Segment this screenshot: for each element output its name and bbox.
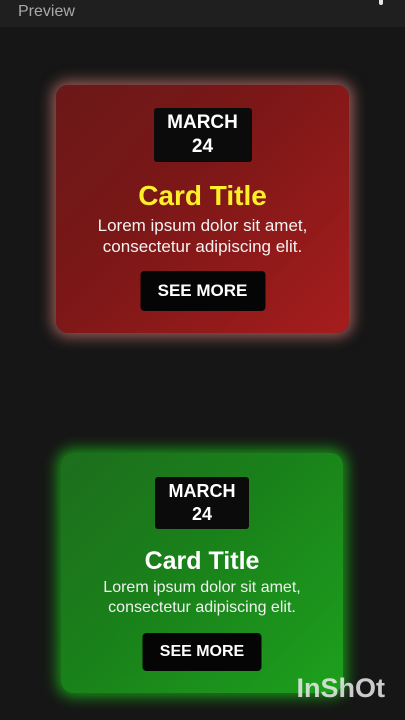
date-month: MARCH	[168, 481, 236, 501]
date-month: MARCH	[167, 112, 238, 133]
card-description: Lorem ipsum dolor sit amet, consectetur …	[71, 578, 333, 618]
see-more-button[interactable]: SEE MORE	[142, 633, 262, 671]
card-title: Card Title	[138, 180, 267, 211]
card-green: MARCH 24 Card Title Lorem ipsum dolor si…	[61, 453, 343, 693]
card-description: Lorem ipsum dolor sit amet, consectetur …	[66, 215, 339, 257]
card-title: Card Title	[144, 547, 260, 575]
card-description-line: consectetur adipiscing elit.	[108, 599, 296, 616]
inshot-watermark-logo: InShOt	[296, 673, 386, 703]
date-badge: MARCH 24	[153, 108, 252, 162]
card-description-line: Lorem ipsum dolor sit amet,	[103, 579, 301, 596]
preview-header: Preview	[0, 0, 405, 27]
overflow-menu-icon[interactable]	[379, 0, 383, 5]
card-red: MARCH 24 Card Title Lorem ipsum dolor si…	[56, 85, 349, 333]
preview-title: Preview	[18, 3, 75, 20]
see-more-button[interactable]: SEE MORE	[140, 271, 265, 311]
date-day: 24	[191, 136, 214, 157]
date-badge: MARCH 24	[155, 477, 249, 529]
card-description-line: Lorem ipsum dolor sit amet,	[97, 216, 308, 235]
date-day: 24	[191, 504, 213, 524]
card-description-line: consectetur adipiscing elit.	[102, 237, 303, 256]
